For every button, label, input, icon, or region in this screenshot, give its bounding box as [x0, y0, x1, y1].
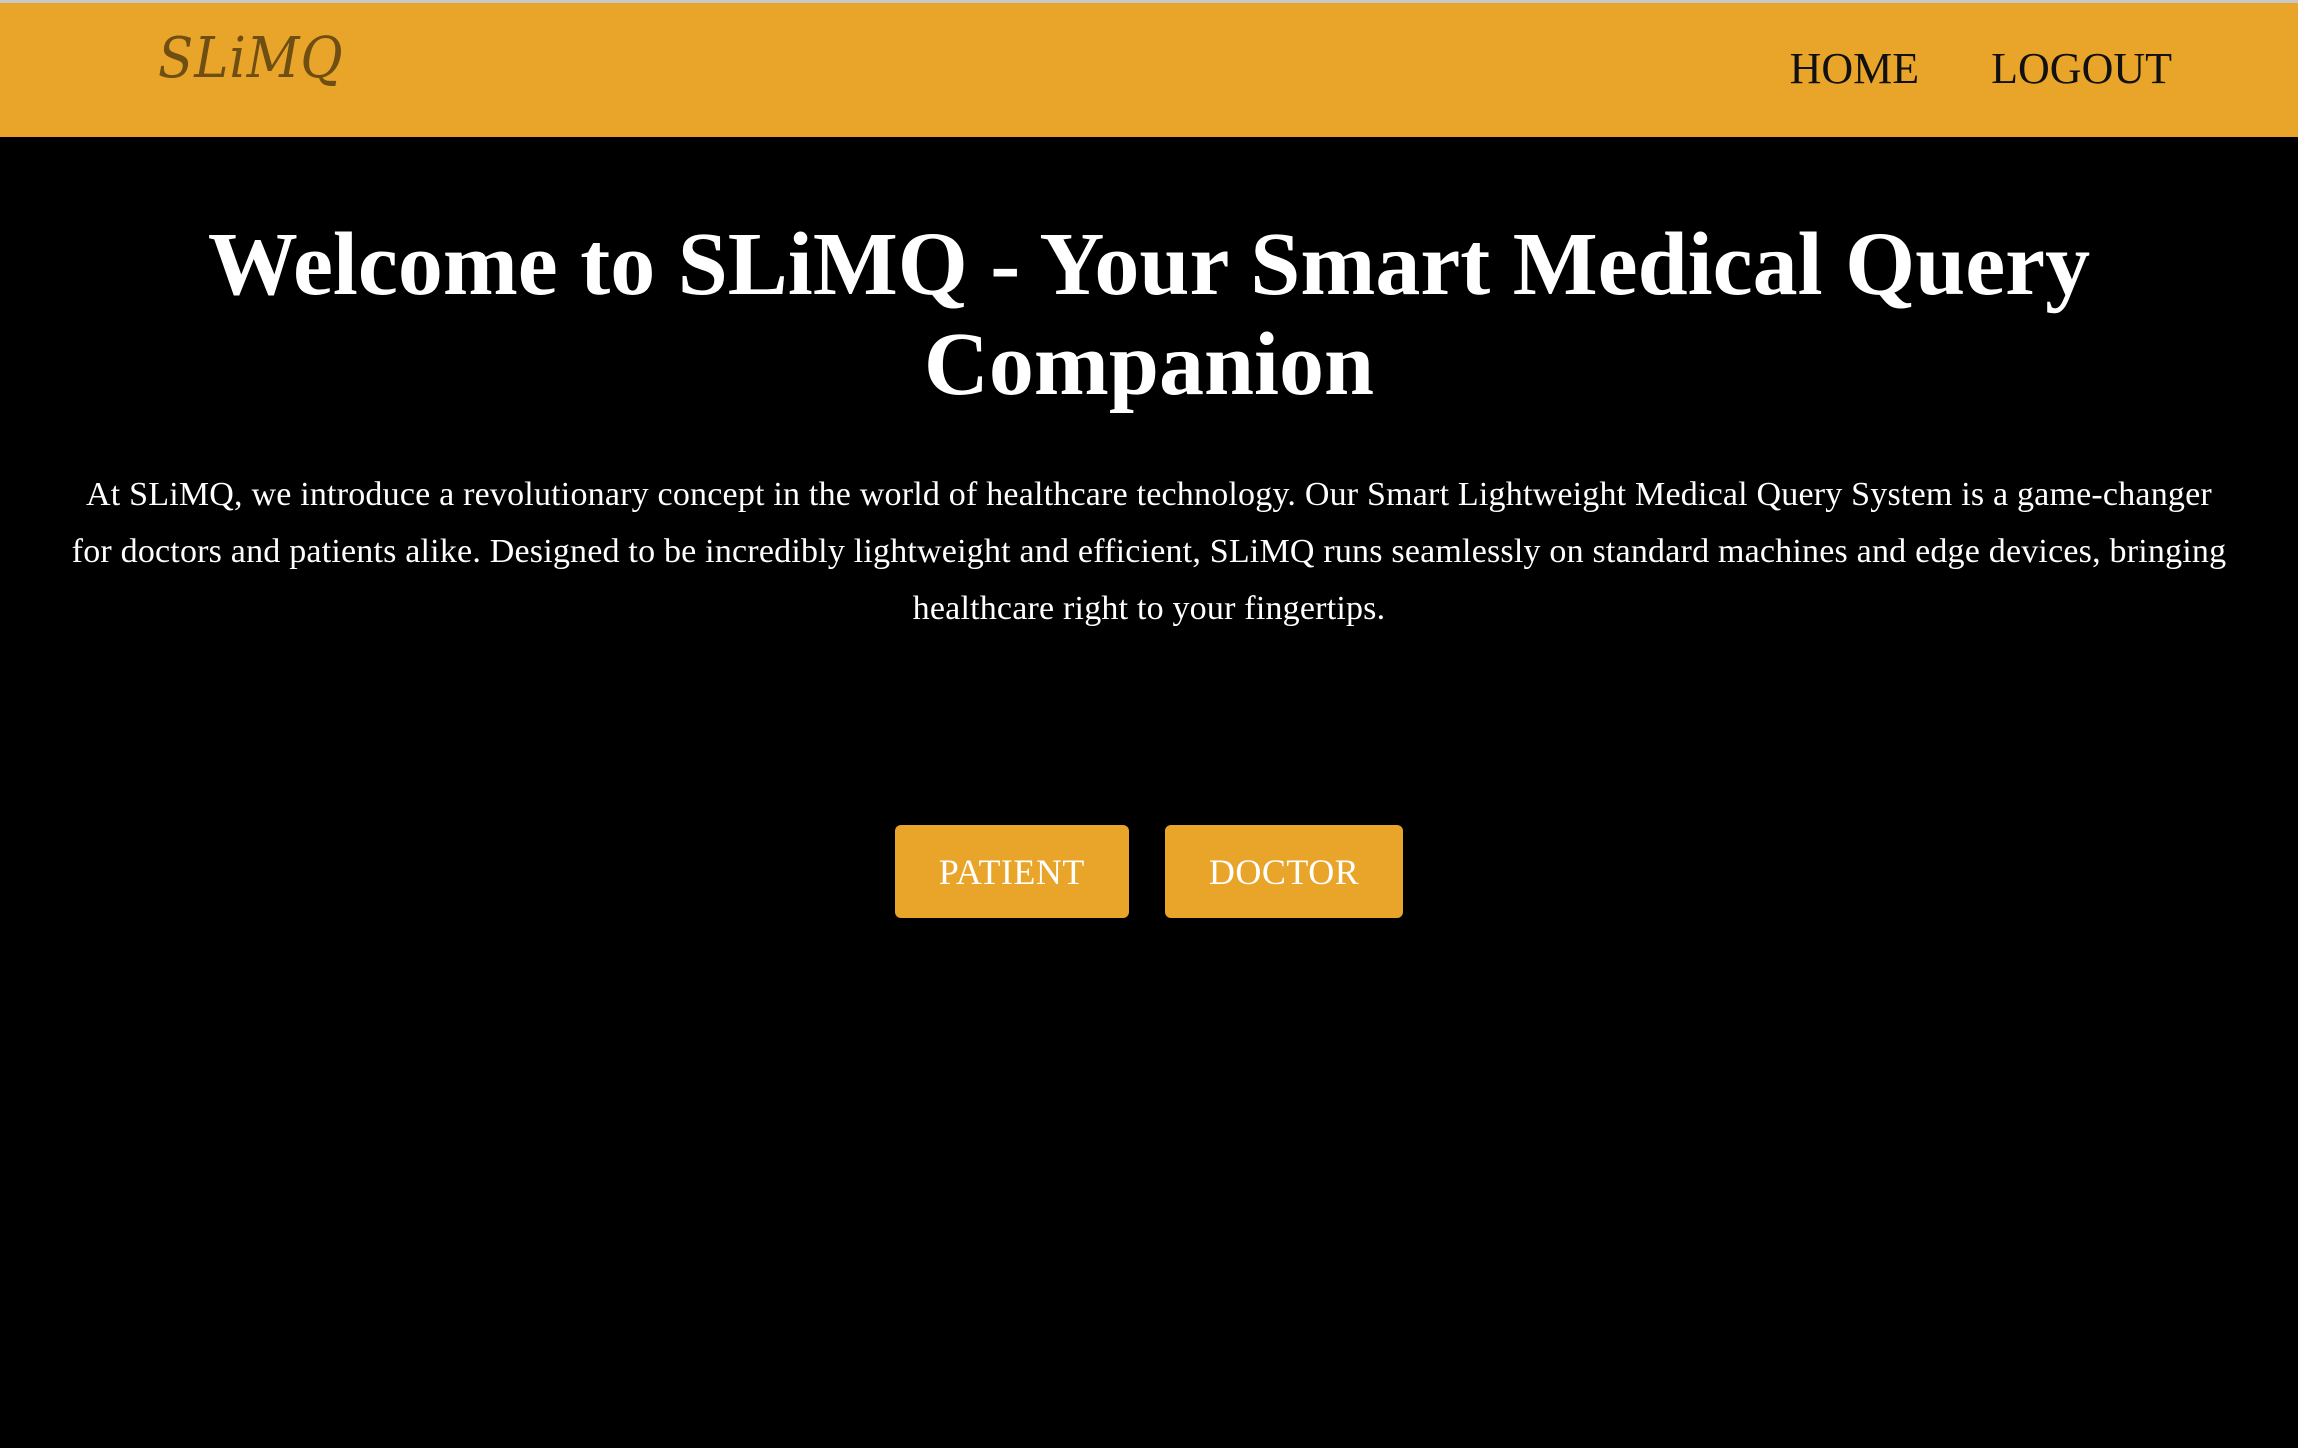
nav-links: HOME LOGOUT — [1790, 43, 2172, 96]
patient-button[interactable]: PATIENT — [894, 825, 1129, 918]
top-navbar: SLiMQ HOME LOGOUT — [0, 3, 2298, 137]
nav-home-link[interactable]: HOME — [1790, 43, 1920, 96]
nav-logout-link[interactable]: LOGOUT — [1991, 43, 2172, 96]
hero-title: Welcome to SLiMQ - Your Smart Medical Qu… — [207, 215, 2091, 414]
hero-description: At SLiMQ, we introduce a revolutionary c… — [71, 476, 2227, 627]
doctor-button[interactable]: DOCTOR — [1164, 825, 1404, 918]
role-buttons: PATIENT DOCTOR — [0, 825, 2298, 918]
brand-logo[interactable]: SLiMQ — [158, 31, 344, 87]
